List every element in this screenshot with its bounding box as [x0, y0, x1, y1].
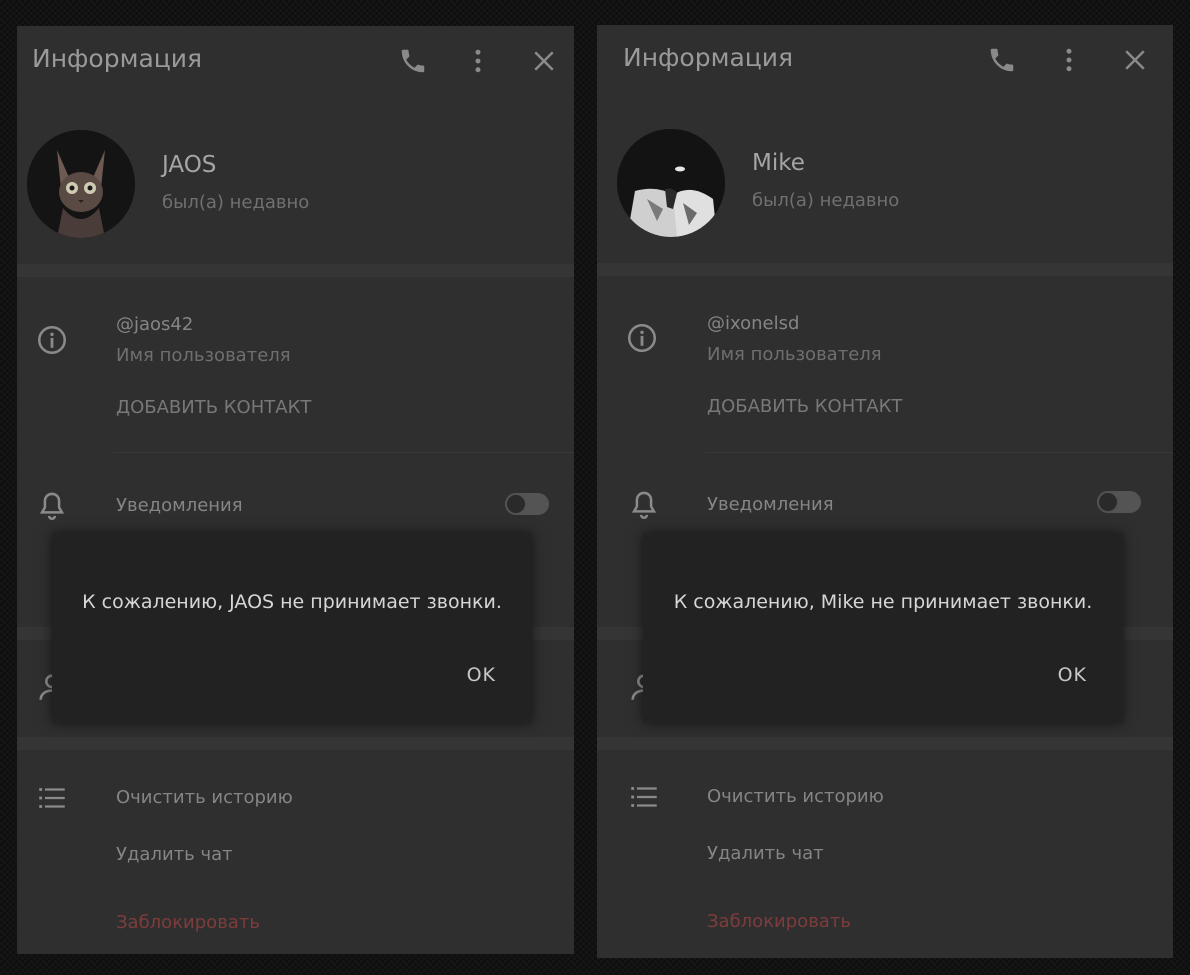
- profile-info-panel: Информация Mike был(а) недавно @ixonelsd…: [597, 25, 1173, 958]
- contact-name: Mike: [752, 150, 805, 176]
- close-icon[interactable]: [529, 46, 559, 76]
- ok-button[interactable]: OK: [1058, 664, 1087, 686]
- dialog-message: К сожалению, Mike не принимает звонки.: [673, 591, 1093, 613]
- phone-icon[interactable]: [398, 46, 428, 76]
- clear-history-button[interactable]: Очистить историю: [707, 786, 884, 807]
- contact-name: JAOS: [162, 152, 217, 178]
- list-icon: [35, 781, 69, 815]
- close-icon[interactable]: [1120, 45, 1150, 75]
- section-separator: [597, 737, 1173, 750]
- toggle-knob: [505, 493, 527, 515]
- notifications-toggle[interactable]: [1097, 491, 1141, 513]
- avatar[interactable]: [617, 129, 725, 237]
- username[interactable]: @ixonelsd: [707, 313, 799, 334]
- contact-status: был(а) недавно: [162, 192, 310, 213]
- username-label: Имя пользователя: [116, 345, 291, 366]
- dialog-message: К сожалению, JAOS не принимает звонки.: [82, 591, 502, 613]
- notifications-toggle[interactable]: [505, 493, 549, 515]
- add-contact-button[interactable]: ДОБАВИТЬ КОНТАКТ: [116, 397, 311, 418]
- notifications-label: Уведомления: [707, 494, 834, 515]
- profile-info-panel: Информация JAOS был(а) недавно @jaos42 И…: [17, 26, 574, 954]
- section-separator: [17, 737, 574, 750]
- phone-icon[interactable]: [987, 45, 1017, 75]
- delete-chat-button[interactable]: Удалить чат: [116, 844, 233, 865]
- panel-header: Информация: [597, 25, 1173, 97]
- username-label: Имя пользователя: [707, 344, 882, 365]
- panel-header: Информация: [17, 26, 574, 98]
- more-vert-icon[interactable]: [463, 46, 493, 76]
- info-icon: [35, 323, 69, 357]
- bell-icon: [627, 488, 661, 522]
- divider: [113, 452, 574, 453]
- page-title: Информация: [623, 43, 794, 72]
- avatar[interactable]: [27, 130, 135, 238]
- call-unavailable-dialog: К сожалению, Mike не принимает звонки. O…: [643, 533, 1123, 723]
- divider: [705, 452, 1173, 453]
- section-separator: [17, 264, 574, 277]
- notifications-label: Уведомления: [116, 495, 243, 516]
- block-button[interactable]: Заблокировать: [707, 911, 851, 932]
- section-separator: [597, 263, 1173, 276]
- clear-history-button[interactable]: Очистить историю: [116, 787, 293, 808]
- block-button[interactable]: Заблокировать: [116, 912, 260, 933]
- more-vert-icon[interactable]: [1054, 45, 1084, 75]
- page-title: Информация: [32, 44, 203, 73]
- bell-icon: [35, 489, 69, 523]
- list-icon: [627, 780, 661, 814]
- call-unavailable-dialog: К сожалению, JAOS не принимает звонки. O…: [52, 533, 532, 723]
- delete-chat-button[interactable]: Удалить чат: [707, 843, 824, 864]
- contact-status: был(а) недавно: [752, 190, 900, 211]
- add-contact-button[interactable]: ДОБАВИТЬ КОНТАКТ: [707, 396, 902, 417]
- toggle-knob: [1097, 491, 1119, 513]
- username[interactable]: @jaos42: [116, 314, 193, 335]
- info-icon: [625, 321, 659, 355]
- ok-button[interactable]: OK: [467, 664, 496, 686]
